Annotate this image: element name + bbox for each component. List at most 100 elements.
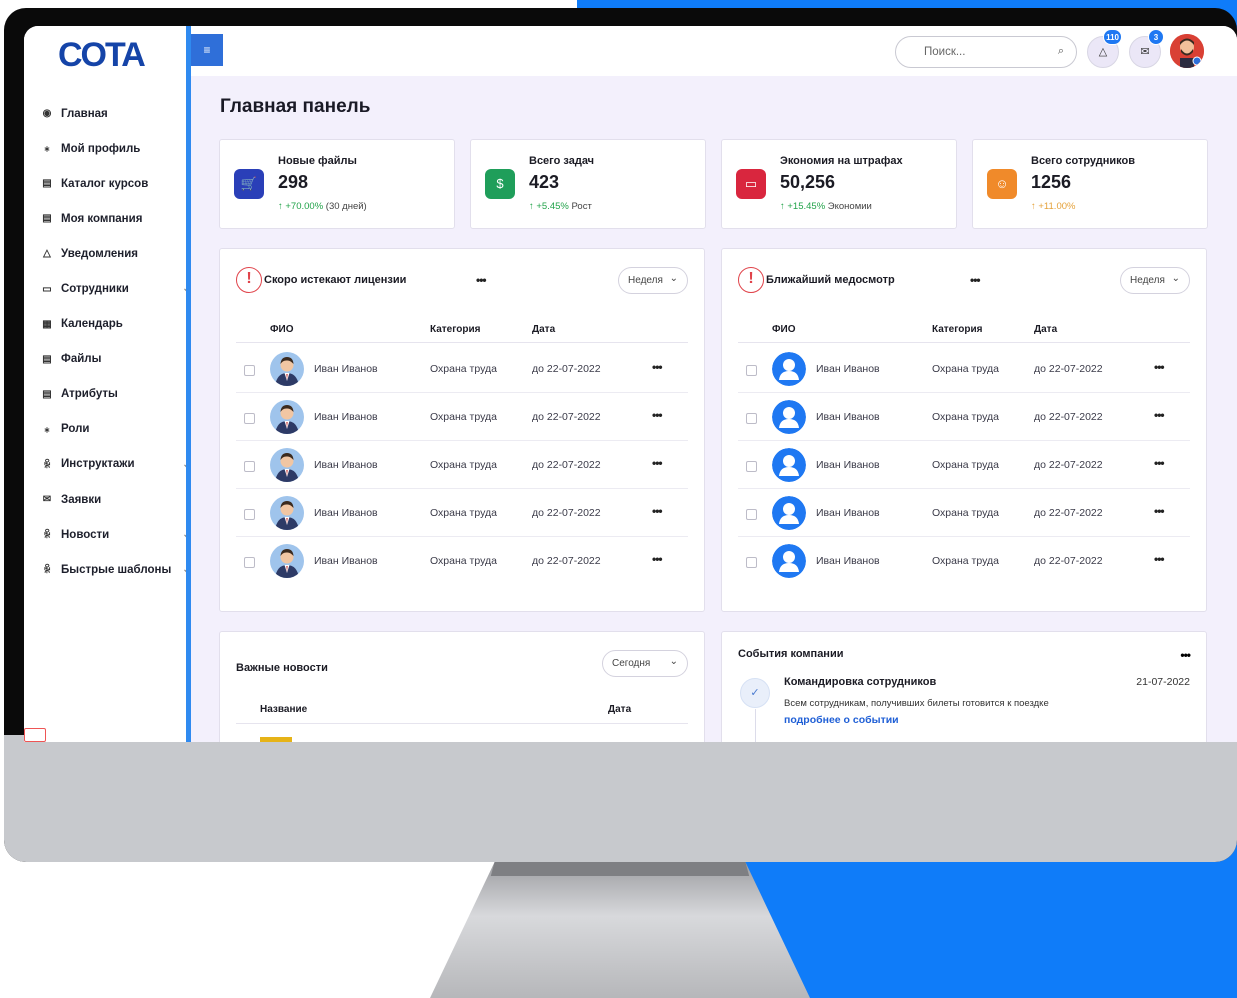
tag-icon: ▤ <box>42 388 52 400</box>
stat-value: 423 <box>529 172 560 192</box>
page-title: Главная панель <box>220 96 371 117</box>
news-icon: ꆜ <box>43 530 51 542</box>
search-input[interactable]: Поиск... ⌕ <box>895 36 1077 68</box>
licenses-table-header: ФИО Категория Дата <box>236 319 688 343</box>
row-more-button[interactable]: ••• <box>652 504 663 518</box>
row-category: Охрана труда <box>932 459 999 471</box>
medical-table-header: ФИО Категория Дата <box>738 319 1190 343</box>
row-checkbox[interactable] <box>746 461 757 472</box>
row-name: Иван Иванов <box>314 555 378 567</box>
row-more-button[interactable]: ••• <box>1154 552 1165 566</box>
sidebar-item[interactable]: ▤ Моя компания <box>40 201 186 236</box>
stat-delta: ↑ +11.00% <box>1031 201 1075 212</box>
news-period-dropdown[interactable]: Сегодня ⌄ <box>602 650 688 677</box>
table-row[interactable]: Иван Иванов Охрана труда до 22-07-2022 ••• <box>236 441 688 489</box>
sidebar-item-label: Сотрудники <box>61 283 129 296</box>
row-name: Иван Иванов <box>816 555 880 567</box>
row-checkbox[interactable] <box>244 509 255 520</box>
news-table-header: Название Дата <box>236 698 688 724</box>
row-checkbox[interactable] <box>746 413 757 424</box>
stat-delta-value: ↑ +5.45% <box>529 201 569 212</box>
row-checkbox[interactable] <box>244 557 255 568</box>
sidebar-item[interactable]: △ Уведомления <box>40 236 186 271</box>
table-row[interactable]: Иван Иванов Охрана труда до 22-07-2022 ••• <box>236 393 688 441</box>
row-more-button[interactable]: ••• <box>652 552 663 566</box>
row-more-button[interactable]: ••• <box>1154 408 1165 422</box>
row-more-button[interactable]: ••• <box>652 408 663 422</box>
avatar <box>270 400 304 434</box>
sidebar-item[interactable]: ꆜБыстрые шаблоны⌄ <box>40 552 190 587</box>
stat-card: ☺ Всего сотрудников 1256 ↑ +11.00% <box>972 139 1208 229</box>
stat-label: Новые файлы <box>278 155 357 167</box>
file-icon: ▤ <box>42 353 52 365</box>
row-checkbox[interactable] <box>244 365 255 376</box>
menu-toggle-button[interactable]: ≡ <box>191 34 223 66</box>
sidebar-item[interactable]: ▤ Атрибуты <box>40 377 186 412</box>
stat-delta: ↑ +5.45% Рост <box>529 201 592 212</box>
sidebar-item[interactable]: ⁎ Роли <box>40 412 186 447</box>
row-checkbox[interactable] <box>244 413 255 424</box>
sidebar-item[interactable]: ꆜНовости⌄ <box>40 517 190 552</box>
row-checkbox[interactable] <box>746 365 757 376</box>
row-more-button[interactable]: ••• <box>652 360 663 374</box>
licenses-more-button[interactable]: ••• <box>476 273 487 287</box>
sidebar-item[interactable]: ◉ Главная <box>40 96 186 131</box>
news-panel: Важные новости Сегодня ⌄ Название Дата <box>219 631 705 742</box>
sidebar-item[interactable]: ▤ Файлы <box>40 342 186 377</box>
event-details-link[interactable]: подробнее о событии <box>784 714 899 726</box>
medical-more-button[interactable]: ••• <box>970 273 981 287</box>
row-more-button[interactable]: ••• <box>652 456 663 470</box>
table-row[interactable]: Иван Иванов Охрана труда до 22-07-2022 ••• <box>738 489 1190 537</box>
row-checkbox[interactable] <box>244 461 255 472</box>
stat-delta-note: (30 дней) <box>323 201 367 212</box>
news-title: Важные новости <box>236 662 328 674</box>
sidebar-item[interactable]: ▭Сотрудники⌄ <box>40 271 190 306</box>
table-row[interactable]: Иван Иванов Охрана труда до 22-07-2022 ••• <box>738 345 1190 393</box>
dropdown-value: Сегодня <box>612 658 651 669</box>
roles-icon: ⁎ <box>44 423 50 435</box>
table-row[interactable]: Иван Иванов Охрана труда до 22-07-2022 ••• <box>236 537 688 585</box>
sidebar: COTA ◉ Главная ⁎ Мой профиль ▤ Каталог курсов… <box>24 26 190 742</box>
notifications-button[interactable]: △ 110 <box>1087 29 1122 68</box>
sidebar-item-label: Уведомления <box>61 247 138 260</box>
row-category: Охрана труда <box>932 555 999 567</box>
row-more-button[interactable]: ••• <box>1154 360 1165 374</box>
search-icon: ⌕ <box>1057 45 1064 57</box>
sidebar-item[interactable]: ✉ Заявки <box>40 482 186 517</box>
row-date: до 22-07-2022 <box>1034 507 1103 519</box>
row-category: Охрана труда <box>932 411 999 423</box>
avatar <box>772 400 806 434</box>
messages-button[interactable]: ✉ 3 <box>1129 29 1164 68</box>
user-icon: ⁎ <box>44 143 50 155</box>
logo[interactable]: COTA <box>58 36 146 75</box>
notifications-badge: 110 <box>1103 29 1122 45</box>
sidebar-item[interactable]: ▤ Каталог курсов <box>40 166 186 201</box>
row-checkbox[interactable] <box>746 557 757 568</box>
licenses-period-dropdown[interactable]: Неделя ⌄ <box>618 267 688 294</box>
row-more-button[interactable]: ••• <box>1154 504 1165 518</box>
user-avatar[interactable] <box>1170 34 1204 68</box>
sidebar-item-label: Главная <box>61 107 108 120</box>
sidebar-item[interactable]: ⁎ Мой профиль <box>40 131 186 166</box>
avatar <box>270 352 304 386</box>
table-row[interactable]: Иван Иванов Охрана труда до 22-07-2022 ••• <box>236 489 688 537</box>
col-date: Дата <box>1034 324 1058 335</box>
monitor-chin <box>4 735 1237 862</box>
stat-delta-value: ↑ +15.45% <box>780 201 826 212</box>
table-row[interactable]: Иван Иванов Охрана труда до 22-07-2022 ••• <box>738 537 1190 585</box>
row-more-button[interactable]: ••• <box>1154 456 1165 470</box>
events-more-button[interactable]: ••• <box>1180 648 1191 662</box>
sidebar-item[interactable]: ꆜИнструктажи⌄ <box>40 447 190 482</box>
avatar <box>772 544 806 578</box>
sidebar-item[interactable]: ▦ Календарь <box>40 307 186 342</box>
table-row[interactable]: Иван Иванов Охрана труда до 22-07-2022 ••• <box>738 441 1190 489</box>
table-row[interactable]: Иван Иванов Охрана труда до 22-07-2022 ••• <box>236 345 688 393</box>
row-checkbox[interactable] <box>746 509 757 520</box>
table-row[interactable]: Иван Иванов Охрана труда до 22-07-2022 ••• <box>738 393 1190 441</box>
stat-label: Всего задач <box>529 155 595 167</box>
sidebar-corner-badge <box>24 728 46 742</box>
medical-period-dropdown[interactable]: Неделя ⌄ <box>1120 267 1190 294</box>
mail-icon: ✉ <box>42 494 52 506</box>
event-name: Командировка сотрудников <box>784 676 937 688</box>
sidebar-item-label: Заявки <box>61 493 102 506</box>
